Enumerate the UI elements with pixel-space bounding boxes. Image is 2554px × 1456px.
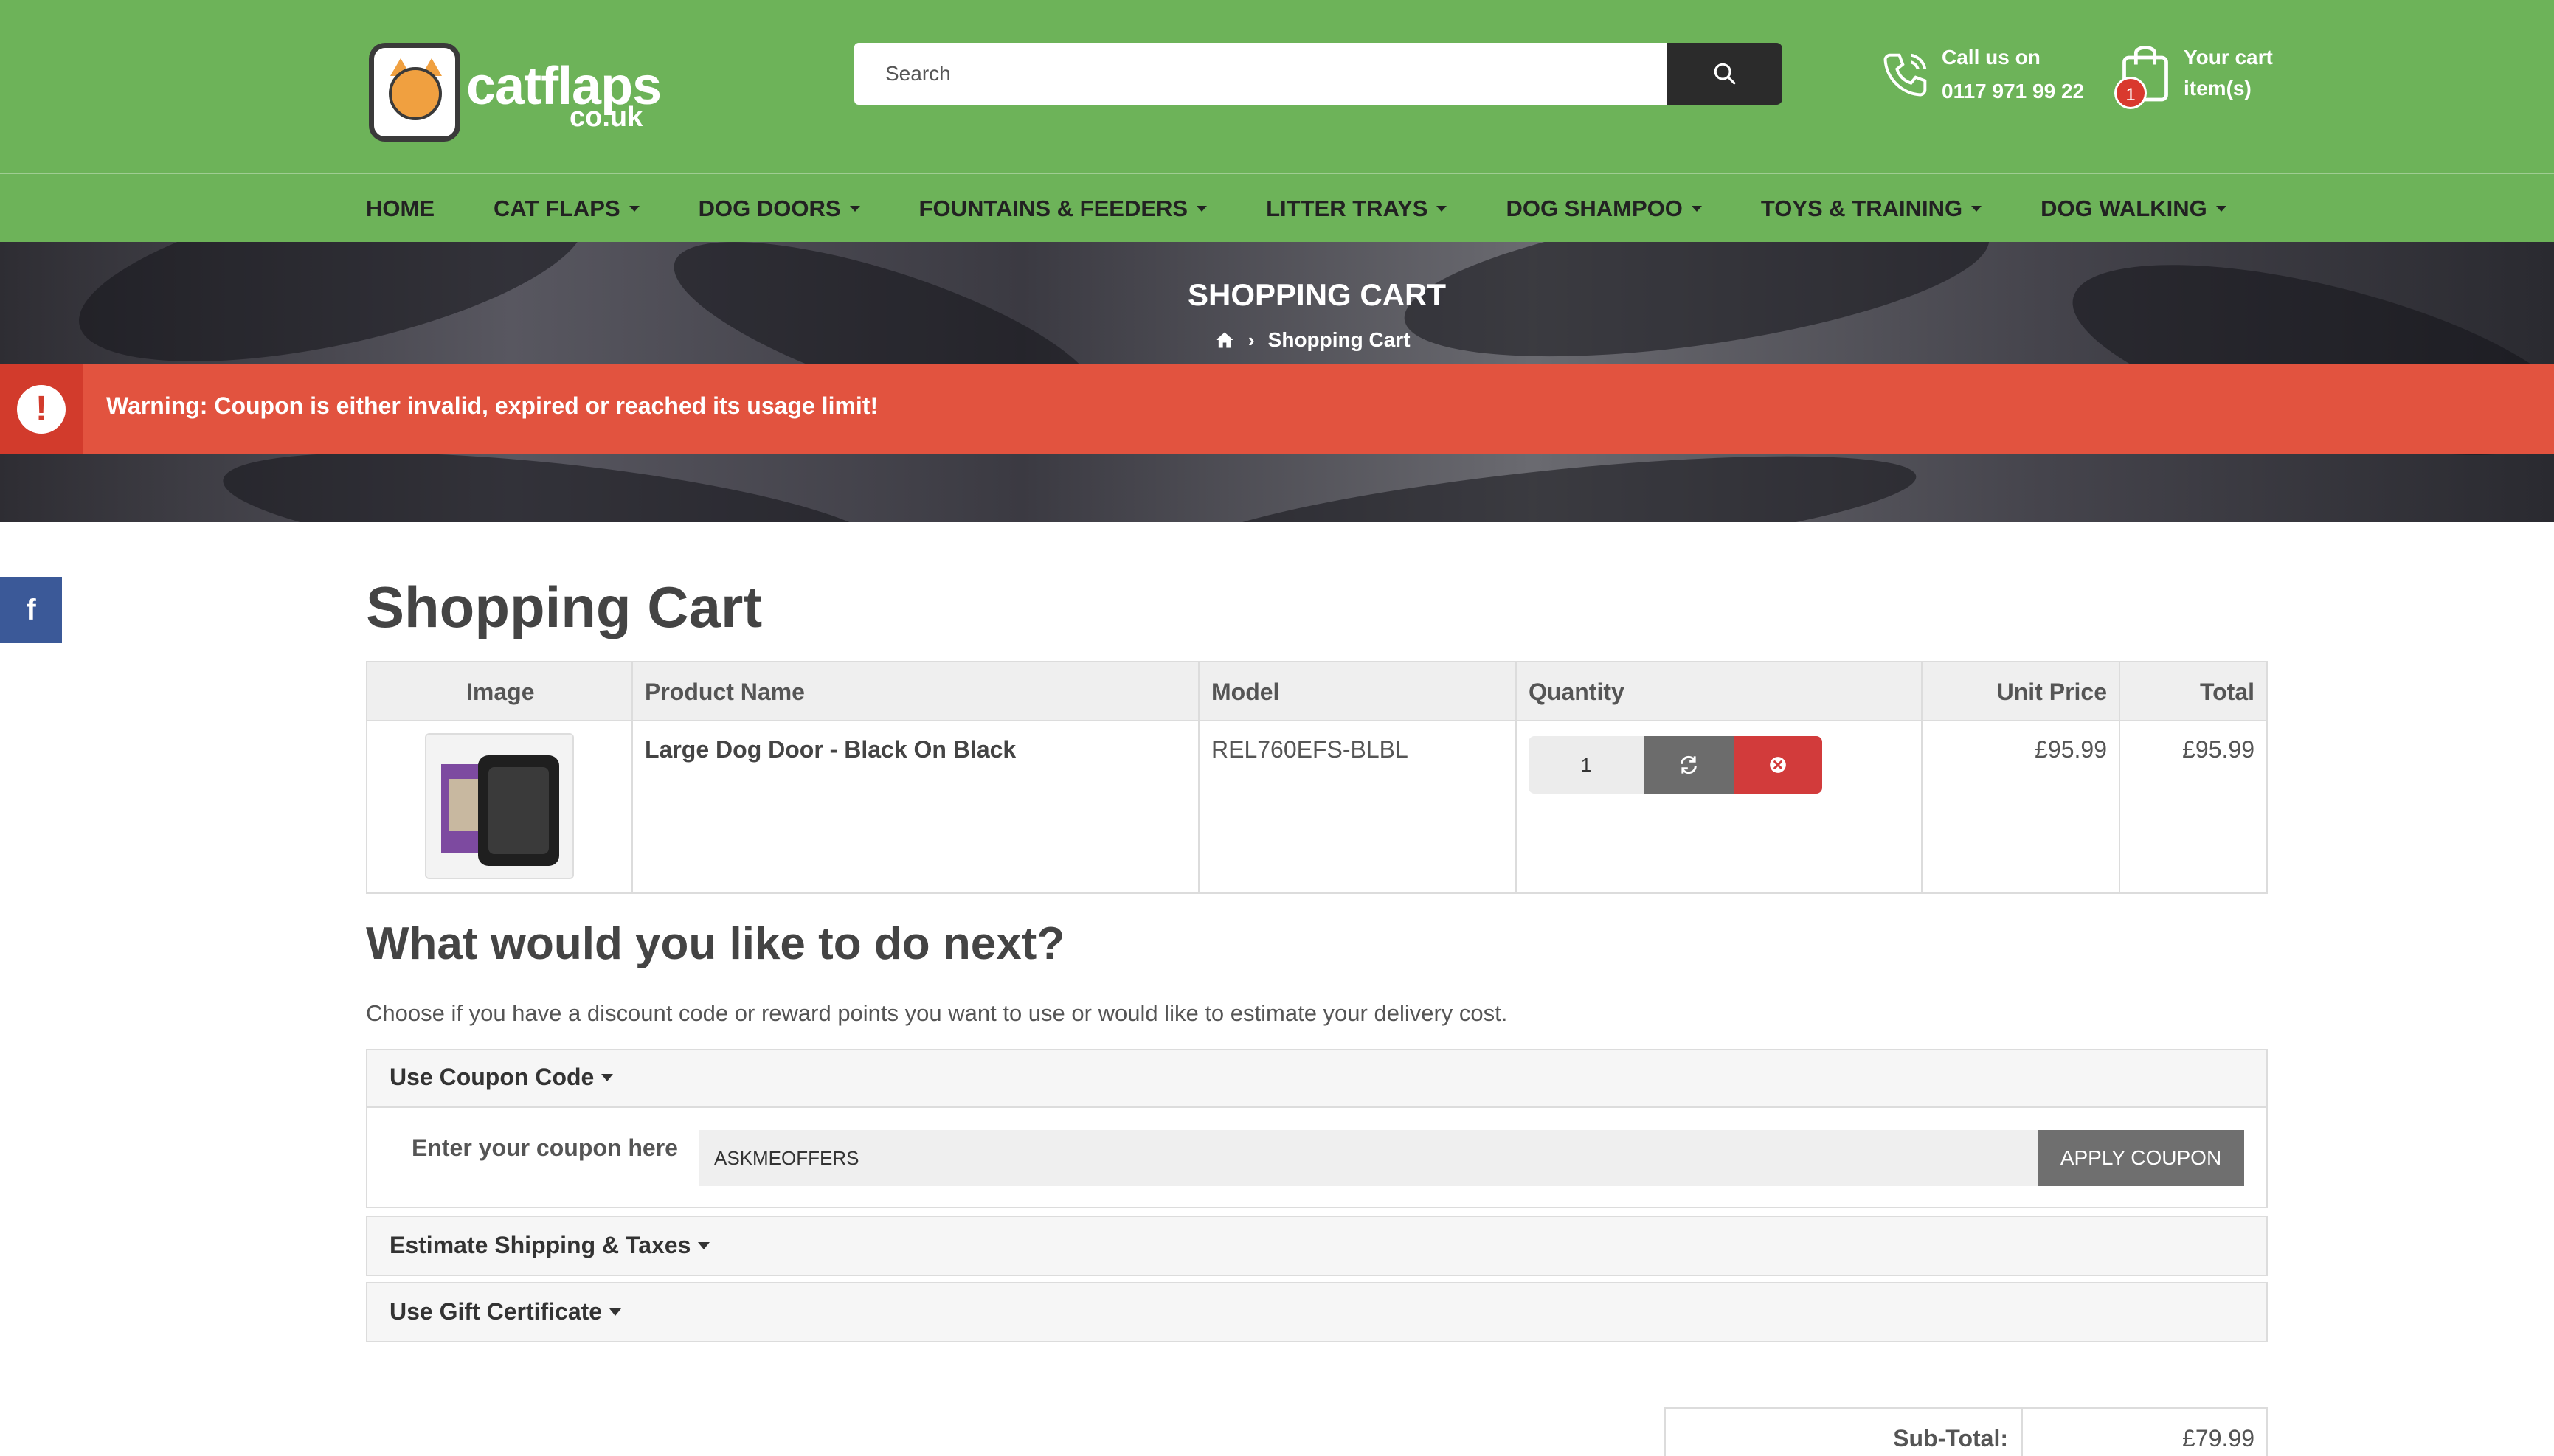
header-product-name: Product Name (645, 679, 805, 705)
page-title: Shopping Cart (366, 575, 763, 639)
apply-coupon-button[interactable]: APPLY COUPON (2038, 1130, 2244, 1186)
cart-count-badge: 1 (2114, 77, 2147, 109)
header-quantity: Quantity (1529, 679, 1624, 705)
caret-down-icon (1436, 206, 1447, 212)
coupon-heading: Use Coupon Code (390, 1064, 595, 1090)
breadcrumb-current[interactable]: Shopping Cart (1268, 328, 1411, 352)
product-model: REL760EFS-BLBL (1211, 736, 1408, 763)
update-quantity-button[interactable] (1644, 736, 1734, 794)
coupon-panel-toggle[interactable]: Use Coupon Code (390, 1064, 614, 1091)
phone-number: 0117 971 99 22 (1942, 80, 2085, 103)
next-steps-description: Choose if you have a discount code or re… (366, 1000, 1508, 1026)
col-model: Model REL760EFS-BLBL (1200, 662, 1517, 892)
cart-label: Your cart (2184, 46, 2273, 69)
call-us[interactable]: Call us on 0117 971 99 22 (1878, 41, 2092, 115)
warning-alert: ! Warning: Coupon is either invalid, exp… (0, 364, 2554, 454)
banner-title: SHOPPING CART (1187, 277, 1447, 312)
header-unit-price: Unit Price (1996, 679, 2107, 705)
col-unit-price: Unit Price £95.99 (1923, 662, 2120, 892)
line-total: £95.99 (2182, 736, 2254, 763)
nav-item-toys-training[interactable]: TOYS & TRAINING (1761, 195, 1982, 222)
nav-item-cat-flaps[interactable]: CAT FLAPS (494, 195, 640, 222)
cart-summary[interactable]: 1 Your cart item(s) (2114, 38, 2284, 119)
caret-down-icon (849, 206, 860, 212)
breadcrumb: › Shopping Cart (1214, 327, 1411, 353)
header-image: Image (466, 679, 535, 705)
caret-down-icon (1691, 206, 1702, 212)
caret-down-icon (1971, 206, 1982, 212)
exclamation-icon: ! (17, 385, 66, 434)
site-logo[interactable]: catflaps co.uk (369, 43, 662, 150)
coupon-input[interactable] (699, 1130, 2039, 1186)
quantity-group (1529, 736, 1822, 794)
caret-down-icon (1197, 206, 1208, 212)
main-nav: HOME CAT FLAPS DOG DOORS FOUNTAINS & FEE… (0, 173, 2554, 242)
cat-logo-icon (369, 43, 460, 142)
call-label: Call us on (1942, 46, 2041, 69)
shipping-panel: Estimate Shipping & Taxes (366, 1216, 2268, 1276)
coupon-panel: Use Coupon Code Enter your coupon here A… (366, 1049, 2268, 1208)
caret-down-icon (698, 1241, 710, 1249)
header-total: Total (2199, 679, 2254, 705)
logo-domain-text: co.uk (570, 102, 643, 133)
next-steps-title: What would you like to do next? (366, 918, 1065, 969)
coupon-body: Enter your coupon here APPLY COUPON (367, 1106, 2266, 1207)
site-header: catflaps co.uk Call us on 0117 971 99 22… (0, 0, 2554, 173)
caret-down-icon (629, 206, 640, 212)
col-product-name: Product Name Large Dog Door - Black On B… (633, 662, 1200, 892)
header-model: Model (1211, 679, 1280, 705)
cart-table: Image Product Name Large Dog Door - Blac… (366, 661, 2268, 894)
alert-message: Warning: Coupon is either invalid, expir… (106, 392, 879, 419)
facebook-share-button[interactable]: f (0, 577, 62, 643)
gift-certificate-panel: Use Gift Certificate (366, 1282, 2268, 1342)
facebook-icon: f (26, 593, 36, 626)
coupon-label: Enter your coupon here (412, 1134, 678, 1161)
caret-down-icon (601, 1073, 614, 1081)
phone-icon (1883, 53, 1927, 97)
caret-down-icon (2215, 206, 2226, 212)
gift-heading: Use Gift Certificate (390, 1298, 603, 1325)
product-image[interactable] (425, 733, 574, 879)
search-input[interactable] (854, 43, 1667, 105)
subtotal-label-cell: Sub-Total: (1666, 1409, 2023, 1456)
cart-items-label: item(s) (2184, 77, 2252, 100)
totals-table: Sub-Total: £79.99 (1664, 1407, 2268, 1456)
breadcrumb-separator-icon: › (1248, 328, 1255, 351)
quantity-input[interactable] (1529, 736, 1644, 794)
gift-panel-toggle[interactable]: Use Gift Certificate (390, 1298, 622, 1325)
remove-item-button[interactable] (1734, 736, 1822, 794)
product-name-link[interactable]: Large Dog Door - Black On Black (645, 736, 1016, 763)
col-image: Image (367, 662, 633, 892)
subtotal-label: Sub-Total: (1893, 1425, 2008, 1452)
alert-icon-box: ! (0, 364, 83, 454)
nav-item-dog-shampoo[interactable]: DOG SHAMPOO (1506, 195, 1702, 222)
search-bar (854, 43, 1782, 105)
shipping-heading: Estimate Shipping & Taxes (390, 1232, 691, 1258)
unit-price: £95.99 (2035, 736, 2107, 763)
shipping-panel-toggle[interactable]: Estimate Shipping & Taxes (390, 1232, 710, 1259)
nav-item-fountains-feeders[interactable]: FOUNTAINS & FEEDERS (919, 195, 1208, 222)
home-icon[interactable] (1214, 330, 1235, 350)
refresh-icon (1681, 755, 1697, 774)
subtotal-value: £79.99 (2182, 1425, 2254, 1452)
nav-item-litter-trays[interactable]: LITTER TRAYS (1266, 195, 1447, 222)
remove-circle-icon (1770, 757, 1786, 773)
search-button[interactable] (1667, 43, 1782, 105)
caret-down-icon (609, 1308, 622, 1316)
nav-item-dog-doors[interactable]: DOG DOORS (699, 195, 860, 222)
col-total: Total £95.99 (2120, 662, 2266, 892)
nav-item-home[interactable]: HOME (366, 195, 435, 222)
nav-item-dog-walking[interactable]: DOG WALKING (2041, 195, 2226, 222)
search-icon (1714, 63, 1736, 85)
